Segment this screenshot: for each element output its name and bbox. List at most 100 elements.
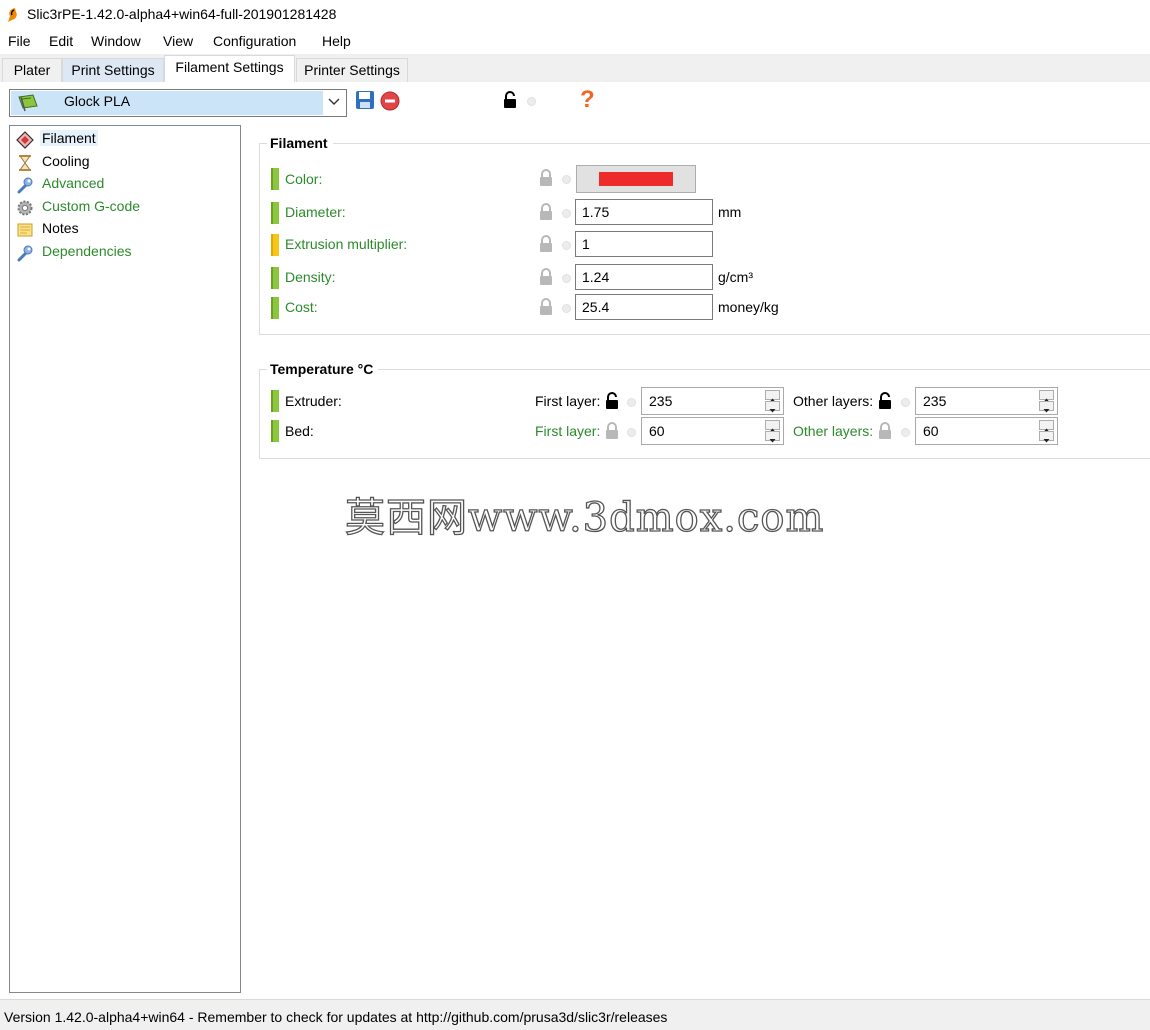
spinner-buttons — [1039, 420, 1055, 443]
bed-first-layer-spinner[interactable]: 60 — [641, 417, 784, 445]
status-dot — [627, 398, 636, 407]
extruder-first-layer-spinner[interactable]: 235 — [641, 387, 784, 415]
spinner-value: 235 — [923, 393, 947, 409]
spin-down-button[interactable] — [765, 401, 780, 413]
cost-unit: money/kg — [718, 299, 779, 315]
unlock-icon[interactable] — [604, 392, 620, 410]
settings-page-tree[interactable]: Filament Cooling Advanced Custom G-code … — [9, 125, 241, 993]
note-icon — [17, 223, 33, 237]
color-label: Color: — [285, 171, 323, 187]
status-text: Version 1.42.0-alpha4+win64 - Remember t… — [4, 1009, 668, 1025]
menu-window[interactable]: Window — [91, 33, 141, 49]
color-swatch — [599, 172, 673, 186]
cost-label: Cost: — [285, 299, 318, 315]
mode-indicator-simple — [271, 297, 279, 319]
tab-printer-settings[interactable]: Printer Settings — [296, 58, 408, 82]
unlock-icon[interactable] — [502, 91, 518, 109]
chevron-down-icon[interactable] — [327, 96, 341, 108]
tab-strip: Plater Print Settings Filament Settings … — [0, 54, 1150, 83]
status-dot — [562, 304, 571, 313]
menu-edit[interactable]: Edit — [49, 33, 73, 49]
extruder-other-layers-spinner[interactable]: 235 — [915, 387, 1058, 415]
tree-label: Advanced — [42, 175, 105, 191]
lock-icon[interactable] — [538, 169, 554, 187]
preset-selection-highlight — [11, 91, 323, 115]
mode-indicator-simple — [271, 420, 279, 442]
slic3r-app-icon — [8, 8, 17, 22]
tree-label: Notes — [42, 220, 79, 236]
bed-other-layers-spinner[interactable]: 60 — [915, 417, 1058, 445]
lock-icon[interactable] — [877, 422, 893, 440]
bed-first-layer-label: First layer: — [535, 423, 601, 439]
tree-label: Filament — [40, 130, 98, 146]
unlock-icon[interactable] — [877, 392, 893, 410]
spinner-value: 60 — [649, 423, 665, 439]
spin-up-button[interactable] — [1039, 390, 1054, 402]
window-title: Slic3rPE-1.42.0-alpha4+win64-full-201901… — [27, 6, 337, 22]
menu-configuration[interactable]: Configuration — [213, 33, 296, 49]
lock-icon[interactable] — [538, 235, 554, 253]
bed-other-layers-label: Other layers: — [793, 423, 874, 439]
tab-print-settings[interactable]: Print Settings — [62, 58, 164, 82]
cost-field[interactable]: 25.4 — [575, 294, 713, 320]
density-unit: g/cm³ — [718, 269, 753, 285]
extrusion-multiplier-label: Extrusion multiplier: — [285, 236, 408, 252]
spin-down-button[interactable] — [1039, 401, 1054, 413]
tree-label: Custom G-code — [42, 198, 141, 214]
spin-up-button[interactable] — [765, 390, 780, 402]
bed-label: Bed: — [285, 423, 314, 439]
help-icon[interactable]: ? — [580, 86, 595, 114]
mode-indicator-simple — [271, 267, 279, 289]
mode-indicator-simple — [271, 202, 279, 224]
spin-down-button[interactable] — [765, 431, 780, 443]
diameter-field[interactable]: 1.75 — [575, 199, 713, 225]
wrench-icon — [17, 177, 33, 194]
delete-preset-icon[interactable] — [380, 91, 400, 111]
status-dot — [627, 428, 636, 437]
lock-icon[interactable] — [538, 298, 554, 316]
tree-label: Dependencies — [42, 243, 132, 259]
status-dot — [562, 209, 571, 218]
menu-view[interactable]: View — [163, 33, 193, 49]
extruder-label: Extruder: — [285, 393, 342, 409]
status-dot — [901, 398, 910, 407]
diameter-label: Diameter: — [285, 204, 346, 220]
spin-down-button[interactable] — [1039, 431, 1054, 443]
spinner-value: 235 — [649, 393, 673, 409]
extruder-other-layers-label: Other layers: — [793, 393, 874, 409]
cog-icon — [17, 200, 33, 216]
status-dot — [562, 274, 571, 283]
tab-filament-settings[interactable]: Filament Settings — [164, 55, 295, 83]
status-bar: Version 1.42.0-alpha4+win64 - Remember t… — [0, 999, 1150, 1030]
mode-indicator-advanced — [271, 234, 279, 256]
lock-icon[interactable] — [538, 268, 554, 286]
spin-up-button[interactable] — [765, 420, 780, 432]
preset-combobox[interactable]: Glock PLA — [9, 89, 347, 117]
spool-icon — [16, 131, 34, 149]
status-dot — [527, 97, 536, 106]
lock-icon[interactable] — [538, 203, 554, 221]
menu-help[interactable]: Help — [322, 33, 351, 49]
density-field[interactable]: 1.24 — [575, 264, 713, 290]
color-picker-button[interactable] — [576, 165, 696, 193]
save-preset-icon[interactable] — [355, 90, 375, 110]
diameter-unit: mm — [718, 204, 742, 220]
lock-icon[interactable] — [604, 422, 620, 440]
title-bar: Slic3rPE-1.42.0-alpha4+win64-full-201901… — [0, 0, 1150, 30]
menu-bar: File Edit Window View Configuration Help — [0, 30, 1150, 54]
spin-up-button[interactable] — [1039, 420, 1054, 432]
watermark: 莫西网www.3dmox.com — [344, 494, 825, 541]
menu-file[interactable]: File — [8, 33, 31, 49]
preset-name: Glock PLA — [64, 93, 131, 109]
hourglass-icon — [19, 155, 31, 171]
extrusion-multiplier-field[interactable]: 1 — [575, 231, 713, 257]
mode-indicator-simple — [271, 168, 279, 190]
extruder-first-layer-label: First layer: — [535, 393, 601, 409]
spinner-buttons — [1039, 390, 1055, 413]
density-label: Density: — [285, 269, 336, 285]
temperature-group-title: Temperature °C — [267, 361, 379, 377]
mode-indicator-simple — [271, 390, 279, 412]
flag-icon — [18, 94, 38, 112]
wrench-icon — [17, 245, 33, 262]
tab-plater[interactable]: Plater — [2, 58, 62, 82]
